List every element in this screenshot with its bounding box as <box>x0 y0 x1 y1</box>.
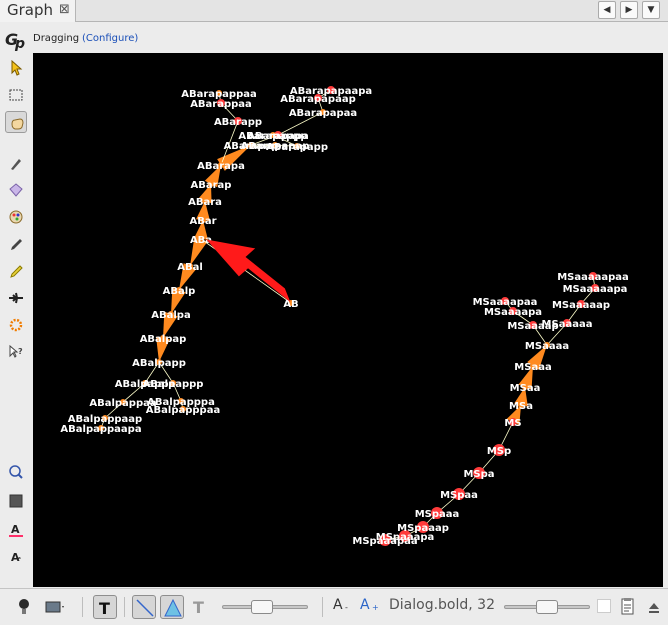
svg-text:T: T <box>193 598 204 617</box>
heat-map-icon[interactable] <box>5 314 27 336</box>
node-label: MSpaa <box>440 490 478 501</box>
status-bar: G p Dragging (Configure) <box>0 29 668 52</box>
node-label: MSaaaaa <box>542 319 593 330</box>
node-label: MSa <box>509 401 533 412</box>
tab-bar: Graph ⊠ ◀ ▶ ▼ <box>0 0 668 22</box>
drag-hand-icon[interactable] <box>5 111 27 133</box>
node-label: MSaaaapa <box>484 307 542 318</box>
node-label: MSaaaaapa <box>563 284 628 295</box>
edge-color-icon[interactable] <box>160 595 184 619</box>
separator <box>82 597 83 617</box>
graph-svg[interactable]: ABABaABarABaraABarapABarapaABarapapABara… <box>33 53 663 587</box>
svg-text:?: ? <box>18 347 23 356</box>
node-label: ABarapa <box>197 161 245 172</box>
node-label: ABalpappaapa <box>60 424 141 435</box>
increase-font-button[interactable]: A <box>360 597 370 613</box>
node-label: MSpaaa <box>415 509 460 520</box>
center-on-graph-icon[interactable] <box>5 461 27 483</box>
node-label: ABarappaa <box>190 99 252 110</box>
edge-scale-slider-thumb[interactable] <box>251 600 273 614</box>
label-color-icon[interactable]: A <box>5 519 27 541</box>
shortest-path-icon[interactable] <box>5 287 27 309</box>
node-label: ABalpap <box>140 334 187 345</box>
gephi-graph-window: Graph ⊠ ◀ ▶ ▼ G p Dragging (Configure) ?… <box>0 0 668 625</box>
show-node-labels-icon[interactable]: T <box>93 595 117 619</box>
svg-text:ᵃ: ᵃ <box>18 556 21 563</box>
tab-graph[interactable]: Graph ⊠ <box>0 0 76 22</box>
node-label: MSp <box>487 446 511 457</box>
close-icon[interactable]: ⊠ <box>59 2 70 17</box>
configure-link[interactable]: (Configure) <box>82 33 138 44</box>
svg-text:A: A <box>11 523 20 536</box>
background-color-icon[interactable] <box>5 490 27 512</box>
node-label: ABarapapap <box>241 141 310 152</box>
node-label: ABalpappp <box>143 379 204 390</box>
graph-canvas[interactable]: AB ABa ABar ABara ABarap ABarapa ABarapap ABara… <box>33 53 663 587</box>
node-label: ABalpapp <box>132 358 186 369</box>
svg-text:p: p <box>14 36 25 51</box>
node-label: ABalpapppaa <box>146 405 220 416</box>
attributes-icon[interactable] <box>616 595 640 619</box>
separator <box>124 597 125 617</box>
current-mode-label: Dragging <box>33 33 80 44</box>
font-name-label[interactable]: Dialog.bold, 32 <box>389 597 495 613</box>
node-label: ABarapp <box>214 117 262 128</box>
scroll-left-button[interactable]: ◀ <box>598 1 616 19</box>
palette-icon[interactable] <box>5 206 27 228</box>
node-label: ABalpa <box>151 310 190 321</box>
edit-node-icon[interactable]: ? <box>5 341 27 363</box>
label-size-icon[interactable]: Aᵃ <box>5 546 27 568</box>
bottom-toolbar: T T A - A + Dialog.bold, 32 <box>0 588 668 625</box>
node-label: ABara <box>188 197 222 208</box>
separator <box>322 597 323 617</box>
node-label: MSaaaa <box>525 341 569 352</box>
label-color-swatch[interactable] <box>597 599 611 613</box>
node-label: ABarapappp <box>238 131 307 142</box>
node-label: ABalp <box>163 286 196 297</box>
decrease-font-minus-icon: - <box>345 603 348 612</box>
rectangle-select-icon[interactable] <box>5 84 27 106</box>
diamond-icon[interactable] <box>5 179 27 201</box>
edge-pencil-icon[interactable] <box>5 260 27 282</box>
labels-layer: ABABaABarABaraABarapABarapaABarapapABara… <box>60 86 628 547</box>
screenshot-icon[interactable] <box>42 595 66 619</box>
node-label: ABarapapaa <box>289 108 357 119</box>
scroll-right-button[interactable]: ▶ <box>620 1 638 19</box>
collapse-panel-icon[interactable] <box>642 595 666 619</box>
select-tool-icon[interactable] <box>5 57 27 79</box>
tab-title: Graph <box>7 1 54 19</box>
node-label: ABal <box>177 262 203 273</box>
node-label: ABar <box>189 216 216 227</box>
left-toolbar: ? A Aᵃ <box>0 53 32 587</box>
tab-list-button[interactable]: ▼ <box>642 1 660 19</box>
pointer-arrow-annotation <box>206 239 291 303</box>
show-edge-labels-icon[interactable]: T <box>188 595 212 619</box>
increase-font-plus-icon: + <box>372 603 379 612</box>
node-label: MSaaa <box>514 362 551 373</box>
node-label: MS <box>504 418 521 429</box>
node-label: MSaaaaapaa <box>557 272 629 283</box>
light-bulb-icon[interactable] <box>12 595 36 619</box>
node-label: ABarap <box>191 180 232 191</box>
node-label: MSpaaapaa <box>352 536 417 547</box>
node-label: AB <box>283 299 298 310</box>
painter-icon[interactable] <box>5 152 27 174</box>
node-label: MSaaaaap <box>552 300 610 311</box>
node-label: MSaa <box>510 383 541 394</box>
label-size-slider-thumb[interactable] <box>536 600 558 614</box>
pencil-icon[interactable] <box>5 233 27 255</box>
gephi-logo-icon: G p <box>4 29 28 52</box>
node-label: ABarapapaap <box>280 94 356 105</box>
node-label: MSpa <box>463 469 494 480</box>
show-edges-icon[interactable] <box>132 595 156 619</box>
decrease-font-button[interactable]: A <box>333 597 343 613</box>
svg-text:T: T <box>99 599 110 618</box>
